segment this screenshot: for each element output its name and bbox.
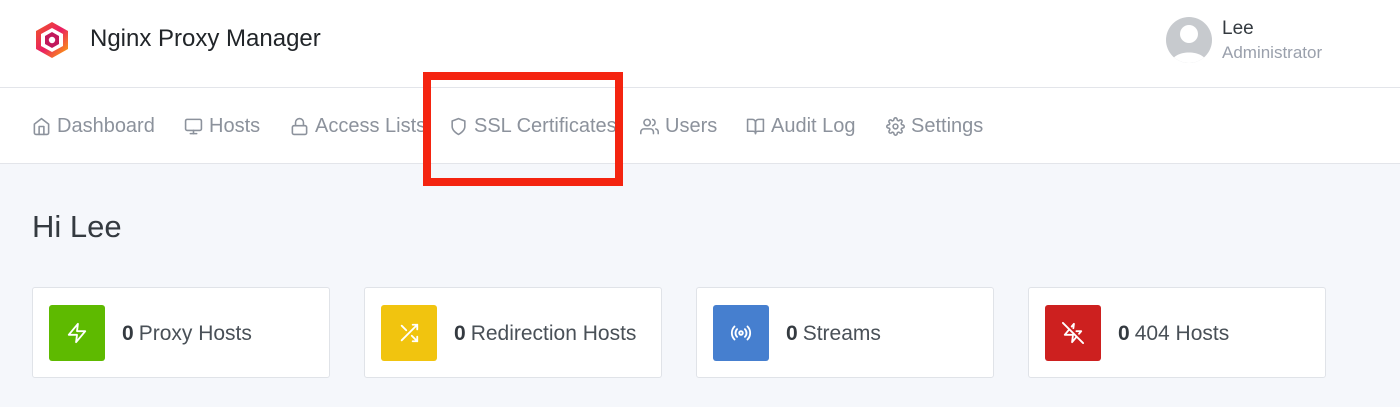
stat-count: 0: [122, 322, 134, 345]
stat-text: 0 Streams: [786, 321, 881, 347]
book-open-icon: [746, 118, 765, 134]
stat-text: 0 Proxy Hosts: [122, 321, 252, 347]
nav-item-audit-log[interactable]: Audit Log: [746, 88, 856, 164]
users-icon: [640, 118, 659, 134]
lock-icon: [291, 117, 308, 135]
nav-item-label: Users: [665, 114, 718, 137]
user-name[interactable]: Lee: [1222, 18, 1254, 40]
stat-label: Proxy Hosts: [138, 322, 252, 345]
stat-label: 404 Hosts: [1134, 322, 1230, 345]
nav-item-access-lists[interactable]: Access Lists: [290, 88, 426, 164]
home-icon: [33, 117, 50, 135]
nav-item-label: Hosts: [209, 114, 261, 137]
stat-card-redirection-hosts[interactable]: 0 Redirection Hosts: [364, 287, 662, 378]
app-title[interactable]: Nginx Proxy Manager: [90, 24, 321, 54]
zap-icon: [49, 305, 105, 361]
user-avatar-icon: [1171, 25, 1207, 63]
app-logo-icon[interactable]: [32, 20, 72, 60]
page-title: Hi Lee: [32, 209, 122, 244]
stat-label: Redirection Hosts: [470, 322, 637, 345]
annotation-highlight-box: [423, 72, 623, 186]
monitor-icon: [184, 118, 203, 134]
gear-icon: [886, 116, 905, 136]
shuffle-icon: [381, 305, 437, 361]
stat-text: 0 Redirection Hosts: [454, 321, 636, 347]
stat-card-404-hosts[interactable]: 0 404 Hosts: [1028, 287, 1326, 378]
nav-item-hosts[interactable]: Hosts: [184, 88, 260, 164]
stat-card-streams[interactable]: 0 Streams: [696, 287, 994, 378]
nav-item-label: Audit Log: [771, 114, 856, 137]
nav-item-dashboard[interactable]: Dashboard: [32, 88, 155, 164]
nav-item-users[interactable]: Users: [640, 88, 717, 164]
main-nav: Dashboard Hosts Access Lists SSL Certifi…: [0, 88, 1400, 164]
zap-off-icon: [1045, 305, 1101, 361]
nav-item-label: Access Lists: [315, 114, 427, 137]
stat-count: 0: [786, 322, 798, 345]
nav-item-settings[interactable]: Settings: [886, 88, 983, 164]
stat-count: 0: [454, 322, 466, 345]
stat-count: 0: [1118, 322, 1130, 345]
nav-item-label: Dashboard: [57, 114, 155, 137]
avatar[interactable]: [1166, 17, 1212, 63]
stat-text: 0 404 Hosts: [1118, 321, 1229, 347]
stat-card-proxy-hosts[interactable]: 0 Proxy Hosts: [32, 287, 330, 378]
radio-icon: [713, 305, 769, 361]
user-role: Administrator: [1222, 43, 1323, 62]
stat-label: Streams: [802, 322, 881, 345]
nav-item-label: Settings: [911, 114, 984, 137]
top-header: Nginx Proxy Manager Lee Administrator: [0, 0, 1400, 88]
